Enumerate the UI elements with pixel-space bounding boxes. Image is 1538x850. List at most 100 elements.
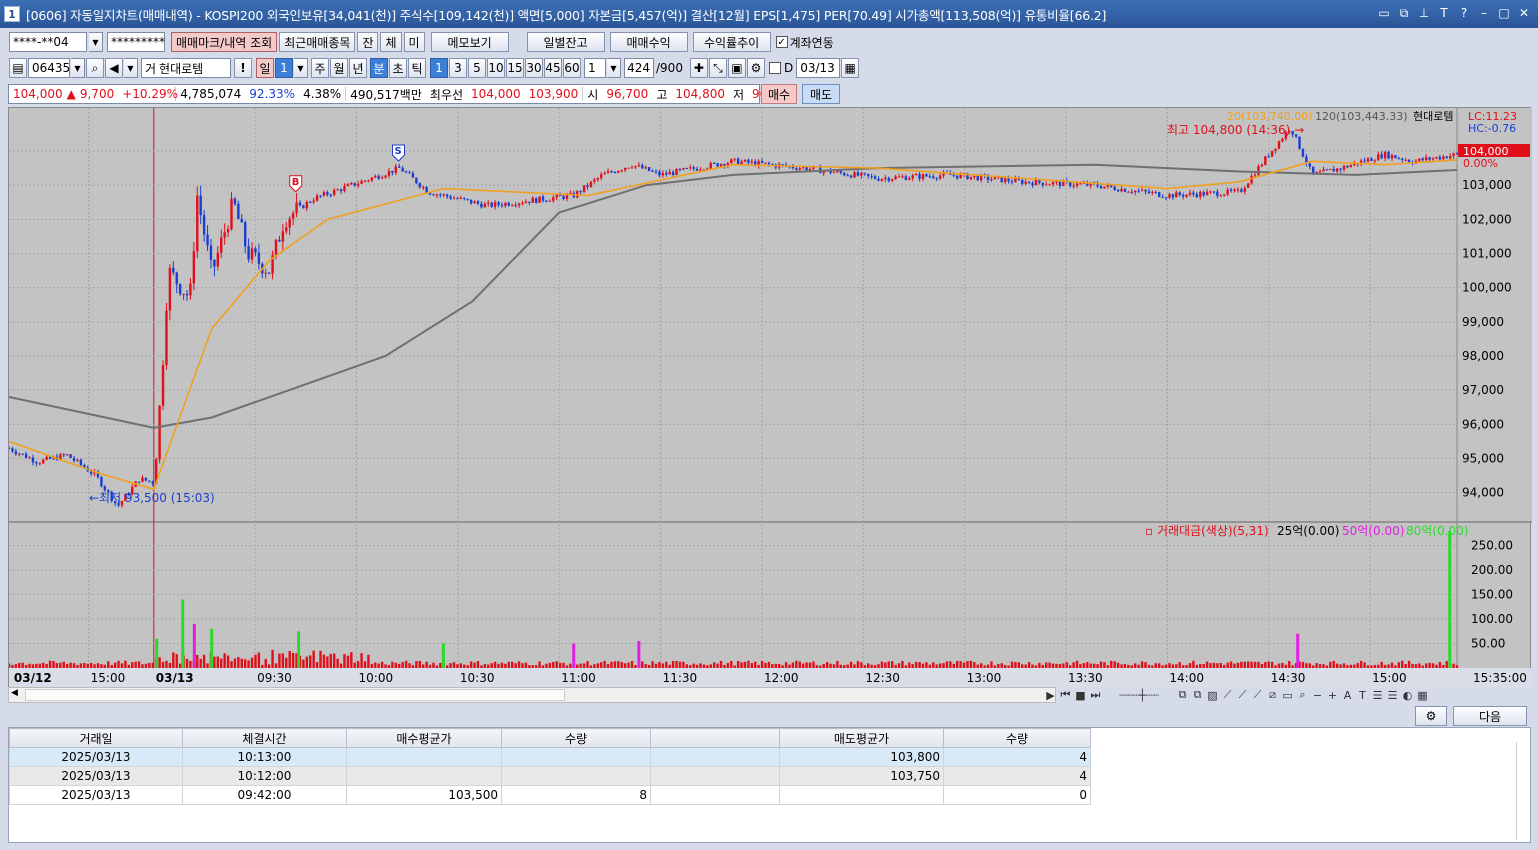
plus-icon[interactable]: + bbox=[1326, 689, 1339, 702]
scroll-right-icon[interactable]: ▶ bbox=[1044, 689, 1057, 702]
interval-45-button[interactable]: 45 bbox=[544, 58, 562, 78]
text-style-icon[interactable]: T bbox=[1356, 689, 1369, 702]
zoom-out-icon[interactable]: ⤡ bbox=[708, 58, 727, 78]
col-buy-avg[interactable]: 매수평균가 bbox=[346, 728, 502, 748]
minus-icon[interactable]: − bbox=[1311, 689, 1324, 702]
list-icon[interactable]: ☰ bbox=[1371, 689, 1384, 702]
balance-toggle[interactable]: 잔 bbox=[357, 32, 379, 52]
sell-button[interactable]: 매도 bbox=[802, 84, 840, 104]
period-week-button[interactable]: 주 bbox=[311, 58, 329, 78]
font-icon[interactable]: T bbox=[1436, 5, 1452, 21]
trade-profit-button[interactable]: 매매수익 bbox=[609, 32, 688, 52]
pattern-icon[interactable]: ▨ bbox=[1206, 689, 1219, 702]
col-buy-qty[interactable]: 수량 bbox=[501, 728, 651, 748]
channel-icon[interactable]: ⧄ bbox=[1266, 688, 1279, 702]
gear-icon[interactable]: ⚙ bbox=[1415, 706, 1447, 726]
period-month-button[interactable]: 월 bbox=[330, 58, 348, 78]
search-icon[interactable]: ⌕ bbox=[86, 58, 104, 78]
duplicate-icon[interactable]: ⧉ bbox=[1191, 688, 1204, 702]
speaker-icon[interactable]: ◀ bbox=[105, 58, 123, 78]
buy-button[interactable]: 매수 bbox=[761, 84, 797, 104]
copy-icon[interactable]: ⧉ bbox=[1176, 688, 1189, 702]
daily-balance-button[interactable]: 일별잔고 bbox=[526, 32, 605, 52]
grid-scrollbar[interactable] bbox=[1516, 742, 1526, 840]
col-sell-qty[interactable]: 수량 bbox=[943, 728, 1091, 748]
period-number-select[interactable]: 1 bbox=[275, 58, 293, 78]
table-row[interactable]: 2025/03/13 09:42:00 103,500 8 0 bbox=[9, 785, 1091, 805]
grid-icon[interactable]: ▦ bbox=[1416, 689, 1429, 702]
chevron-down-icon[interactable]: ▼ bbox=[124, 58, 138, 78]
alert-button[interactable]: ! bbox=[234, 58, 252, 78]
period-year-button[interactable]: 년 bbox=[349, 58, 367, 78]
rewind-icon[interactable]: ⏮ bbox=[1059, 688, 1072, 702]
lines-icon[interactable]: ☰ bbox=[1386, 689, 1399, 702]
bar-count-input[interactable]: 424 bbox=[624, 58, 654, 78]
interval-5-button[interactable]: 5 bbox=[468, 58, 486, 78]
unfilled-toggle[interactable]: 미 bbox=[403, 32, 425, 52]
zoom-in-icon[interactable]: ✚ bbox=[689, 58, 708, 78]
stop-icon[interactable]: ■ bbox=[1074, 689, 1087, 702]
interval-15-button[interactable]: 15 bbox=[506, 58, 524, 78]
trade-mark-button[interactable]: 매매마크/내역 조회 bbox=[171, 32, 278, 52]
calendar-icon[interactable]: ▦ bbox=[841, 58, 860, 78]
date-input[interactable]: 03/13 bbox=[796, 58, 841, 78]
date-checkbox[interactable] bbox=[768, 62, 781, 74]
fib-icon[interactable]: ⟋ bbox=[1251, 688, 1264, 702]
chevron-down-icon[interactable]: ▼ bbox=[607, 58, 621, 78]
chart-scrollbar[interactable]: ◀ bbox=[8, 687, 1056, 703]
account-link-checkbox[interactable]: ✓ 계좌연동 bbox=[775, 34, 834, 51]
interval-60-button[interactable]: 60 bbox=[563, 58, 581, 78]
shape-icon[interactable]: ▭ bbox=[1281, 689, 1294, 702]
multiplier-select[interactable]: 1 bbox=[584, 58, 606, 78]
pin-icon[interactable]: ⊥ bbox=[1416, 5, 1432, 21]
close-icon[interactable]: ✕ bbox=[1516, 5, 1532, 21]
maximize-icon[interactable]: □ bbox=[1496, 5, 1512, 21]
period-day-button[interactable]: 일 bbox=[256, 58, 274, 78]
interval-1-button[interactable]: 1 bbox=[430, 58, 448, 78]
next-button[interactable]: 다음 bbox=[1453, 706, 1527, 726]
interval-3-button[interactable]: 3 bbox=[449, 58, 467, 78]
layout-icon[interactable]: ▤ bbox=[9, 58, 27, 78]
text-icon[interactable]: A bbox=[1341, 689, 1354, 702]
memo-button[interactable]: 메모보기 bbox=[430, 32, 509, 52]
scrollbar-thumb[interactable] bbox=[25, 689, 565, 701]
forward-icon[interactable]: ⏭ bbox=[1089, 688, 1102, 702]
password-field[interactable]: ********* bbox=[107, 32, 165, 52]
cascade-icon[interactable]: ⧉ bbox=[1396, 5, 1412, 21]
gear-icon[interactable]: ⚙ bbox=[746, 58, 765, 78]
account-select[interactable]: ****-**04 bbox=[9, 32, 87, 52]
recent-trades-button[interactable]: 최근매매종목 bbox=[279, 32, 356, 52]
col-trade-date[interactable]: 거래일 bbox=[9, 728, 183, 748]
table-row[interactable]: 2025/03/13 10:13:00 103,800 4 bbox=[9, 747, 1091, 767]
interval-30-button[interactable]: 30 bbox=[525, 58, 543, 78]
period-tick-button[interactable]: 틱 bbox=[408, 58, 426, 78]
col-blank[interactable] bbox=[650, 728, 780, 748]
chevron-down-icon[interactable]: ▼ bbox=[89, 32, 103, 52]
scroll-left-icon[interactable]: ◀ bbox=[11, 688, 18, 698]
chart-area[interactable]: 03/12 15:00 03/13 09:30 10:00 10:30 11:00 11:30… bbox=[8, 107, 1532, 688]
col-sell-avg[interactable]: 매도평균가 bbox=[779, 728, 944, 748]
eraser-icon[interactable]: ◐ bbox=[1401, 689, 1414, 702]
price-volume-chart[interactable]: 03/12 15:00 03/13 09:30 10:00 10:30 11:00 11:30… bbox=[9, 108, 1532, 688]
candle-body bbox=[956, 175, 959, 179]
zoom-slider[interactable]: ┈┈┈┼┈┈ bbox=[1104, 689, 1174, 702]
save-icon[interactable]: ▣ bbox=[727, 58, 746, 78]
profit-rate-button[interactable]: 수익률추이 bbox=[692, 32, 771, 52]
magnifier-icon[interactable]: ⌕ bbox=[1296, 688, 1309, 702]
candle-body bbox=[524, 201, 528, 204]
chevron-down-icon[interactable]: ▼ bbox=[294, 58, 308, 78]
col-exec-time[interactable]: 체결시간 bbox=[182, 728, 347, 748]
stock-code-input[interactable]: 064350 bbox=[28, 58, 78, 78]
help-icon[interactable]: ? bbox=[1456, 5, 1472, 21]
tile-icon[interactable]: ▭ bbox=[1376, 5, 1392, 21]
filled-toggle[interactable]: 체 bbox=[380, 32, 402, 52]
period-minute-button[interactable]: 분 bbox=[370, 58, 388, 78]
trend-icon[interactable]: ⟋ bbox=[1221, 688, 1234, 702]
table-row[interactable]: 2025/03/13 10:12:00 103,750 4 bbox=[9, 766, 1091, 786]
chevron-down-icon[interactable]: ▼ bbox=[71, 58, 85, 78]
volume-bar bbox=[914, 661, 918, 668]
trendline-icon[interactable]: ⟋ bbox=[1236, 688, 1249, 702]
period-second-button[interactable]: 초 bbox=[389, 58, 407, 78]
minimize-icon[interactable]: – bbox=[1476, 5, 1492, 21]
interval-10-button[interactable]: 10 bbox=[487, 58, 505, 78]
